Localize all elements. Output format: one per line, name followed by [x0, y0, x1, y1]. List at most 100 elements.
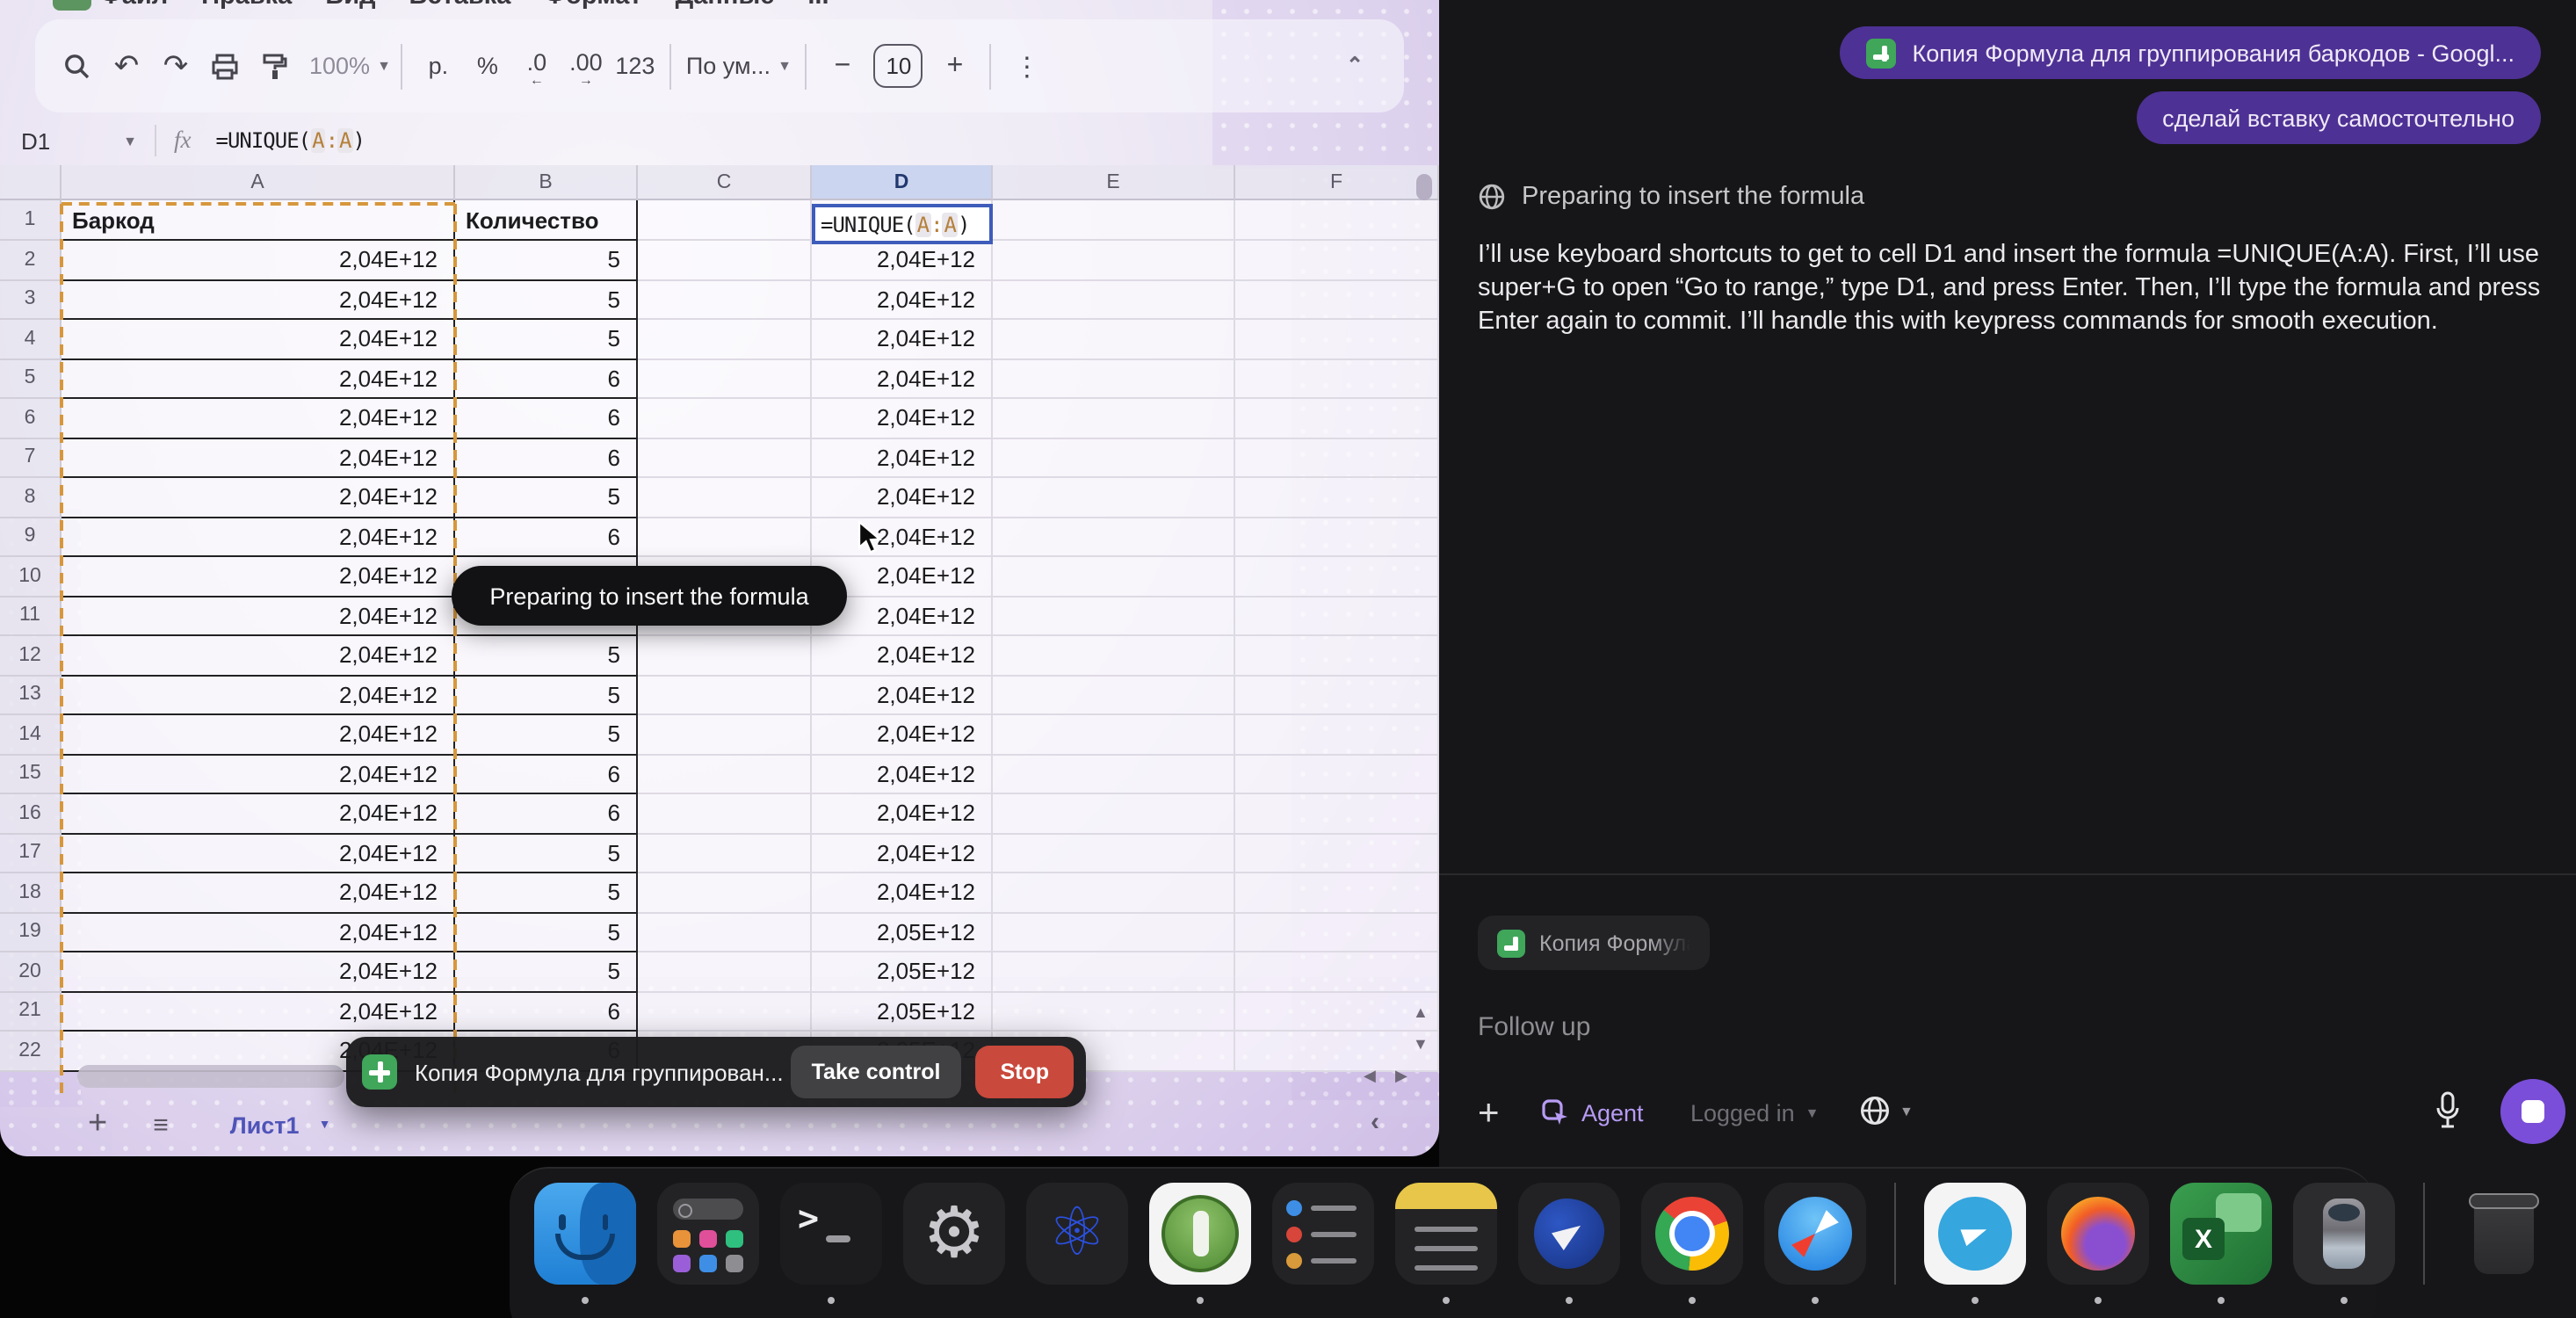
paint-format-icon[interactable]: [250, 40, 299, 92]
cell[interactable]: 5: [455, 320, 638, 359]
dock-item-chrome[interactable]: [1641, 1183, 1743, 1304]
cell[interactable]: [638, 794, 812, 834]
collapse-toolbar-icon[interactable]: ⌃: [1346, 53, 1364, 77]
cell[interactable]: 2,04E+12: [62, 518, 455, 557]
font-size-input[interactable]: 10: [874, 44, 923, 88]
row-number[interactable]: 11: [0, 597, 62, 636]
cell[interactable]: [1235, 518, 1439, 557]
cell[interactable]: [993, 241, 1235, 280]
cell[interactable]: [638, 320, 812, 359]
dock-item-safari[interactable]: [1764, 1183, 1866, 1304]
dock-item-monocular-app[interactable]: [2293, 1183, 2395, 1304]
cell[interactable]: [638, 478, 812, 518]
cell[interactable]: [638, 755, 812, 794]
all-sheets-icon[interactable]: ≡: [153, 1110, 170, 1140]
cell[interactable]: 2,04E+12: [62, 359, 455, 399]
cell[interactable]: 5: [455, 676, 638, 715]
cell[interactable]: [993, 359, 1235, 399]
cell[interactable]: 2,04E+12: [62, 597, 455, 636]
cell[interactable]: [993, 952, 1235, 992]
row-number[interactable]: 2: [0, 241, 62, 280]
cell[interactable]: [993, 992, 1235, 1032]
cell[interactable]: [638, 873, 812, 913]
cell[interactable]: [993, 597, 1235, 636]
cell[interactable]: [1235, 438, 1439, 478]
cell[interactable]: [1235, 676, 1439, 715]
cell[interactable]: 2,04E+12: [62, 794, 455, 834]
cell[interactable]: 5: [455, 241, 638, 280]
cell[interactable]: [1235, 834, 1439, 873]
cell[interactable]: 2,04E+12: [812, 359, 993, 399]
cell[interactable]: 2,04E+12: [812, 320, 993, 359]
name-box[interactable]: D1▼: [0, 127, 151, 154]
cell[interactable]: 2,04E+12: [812, 478, 993, 518]
cell[interactable]: [1235, 913, 1439, 952]
increase-decimals-button[interactable]: .00→: [561, 40, 611, 92]
dock-item-firefox[interactable]: [2047, 1183, 2149, 1304]
cell[interactable]: [993, 478, 1235, 518]
row-number[interactable]: 6: [0, 399, 62, 438]
menu-item[interactable]: ...: [807, 0, 829, 18]
cell[interactable]: 2,04E+12: [62, 241, 455, 280]
cell[interactable]: 5: [455, 873, 638, 913]
cell[interactable]: Баркод: [62, 200, 455, 241]
row-number[interactable]: 15: [0, 755, 62, 794]
cell[interactable]: [1235, 557, 1439, 597]
row-number[interactable]: 18: [0, 873, 62, 913]
redo-icon[interactable]: ↷: [151, 40, 200, 92]
cell[interactable]: 6: [455, 438, 638, 478]
cell[interactable]: 2,05E+12: [812, 992, 993, 1032]
row-number[interactable]: 20: [0, 952, 62, 992]
stop-generation-button[interactable]: [2500, 1079, 2565, 1144]
column-header-b[interactable]: B: [455, 165, 638, 200]
cell[interactable]: 2,04E+12: [62, 952, 455, 992]
row-number[interactable]: 9: [0, 518, 62, 557]
cell[interactable]: [638, 636, 812, 676]
cell[interactable]: 5: [455, 913, 638, 952]
cell[interactable]: [1235, 478, 1439, 518]
cell[interactable]: 2,04E+12: [812, 873, 993, 913]
cell[interactable]: 2,04E+12: [62, 320, 455, 359]
sheet-grid[interactable]: ABCDEF1БаркодКоличество22,04E+1252,04E+1…: [0, 165, 1439, 1093]
cell[interactable]: 2,04E+12: [62, 280, 455, 320]
cell[interactable]: [638, 280, 812, 320]
cell[interactable]: [993, 280, 1235, 320]
active-cell-d1[interactable]: =UNIQUE(A:A): [812, 204, 993, 244]
cell[interactable]: 2,04E+12: [812, 636, 993, 676]
menu-item[interactable]: Вид: [325, 0, 375, 18]
dock-item-keepassxc[interactable]: [1149, 1183, 1251, 1304]
cell[interactable]: 2,04E+12: [812, 794, 993, 834]
font-select[interactable]: По ум...▼: [683, 40, 795, 92]
scroll-right-icon[interactable]: ▶: [1395, 1068, 1407, 1084]
increase-font-size-button[interactable]: +: [930, 40, 980, 92]
row-number[interactable]: 17: [0, 834, 62, 873]
search-icon[interactable]: [53, 40, 102, 92]
cell[interactable]: [638, 438, 812, 478]
row-number[interactable]: 19: [0, 913, 62, 952]
decrease-decimals-button[interactable]: .0←: [512, 40, 561, 92]
cell[interactable]: [638, 992, 812, 1032]
decrease-font-size-button[interactable]: −: [818, 40, 867, 92]
row-number[interactable]: 21: [0, 992, 62, 1032]
browser-tab-chip[interactable]: Копия Формула для группирования баркодов…: [1841, 26, 2541, 79]
zoom-select[interactable]: 100%▼: [309, 40, 391, 92]
cell[interactable]: [1235, 952, 1439, 992]
cell[interactable]: [993, 518, 1235, 557]
cell[interactable]: 2,04E+12: [62, 636, 455, 676]
dock-item-blue-plane-app[interactable]: [1518, 1183, 1620, 1304]
vertical-scrollbar-thumb[interactable]: [1416, 174, 1432, 200]
undo-icon[interactable]: ↶: [102, 40, 151, 92]
more-formats-button[interactable]: 123: [611, 40, 660, 92]
row-number[interactable]: 13: [0, 676, 62, 715]
cell[interactable]: 5: [455, 715, 638, 755]
cell[interactable]: [638, 913, 812, 952]
cell[interactable]: [1235, 597, 1439, 636]
cell[interactable]: [638, 952, 812, 992]
attachment-chip[interactable]: Копия Формула д: [1478, 916, 1710, 970]
cell[interactable]: [638, 359, 812, 399]
cell[interactable]: 2,04E+12: [62, 478, 455, 518]
dock-item-system-settings[interactable]: ⚙: [903, 1183, 1005, 1304]
cell[interactable]: 6: [455, 992, 638, 1032]
more-toolbar-button[interactable]: ⋮: [1002, 40, 1052, 92]
column-header-c[interactable]: C: [638, 165, 812, 200]
